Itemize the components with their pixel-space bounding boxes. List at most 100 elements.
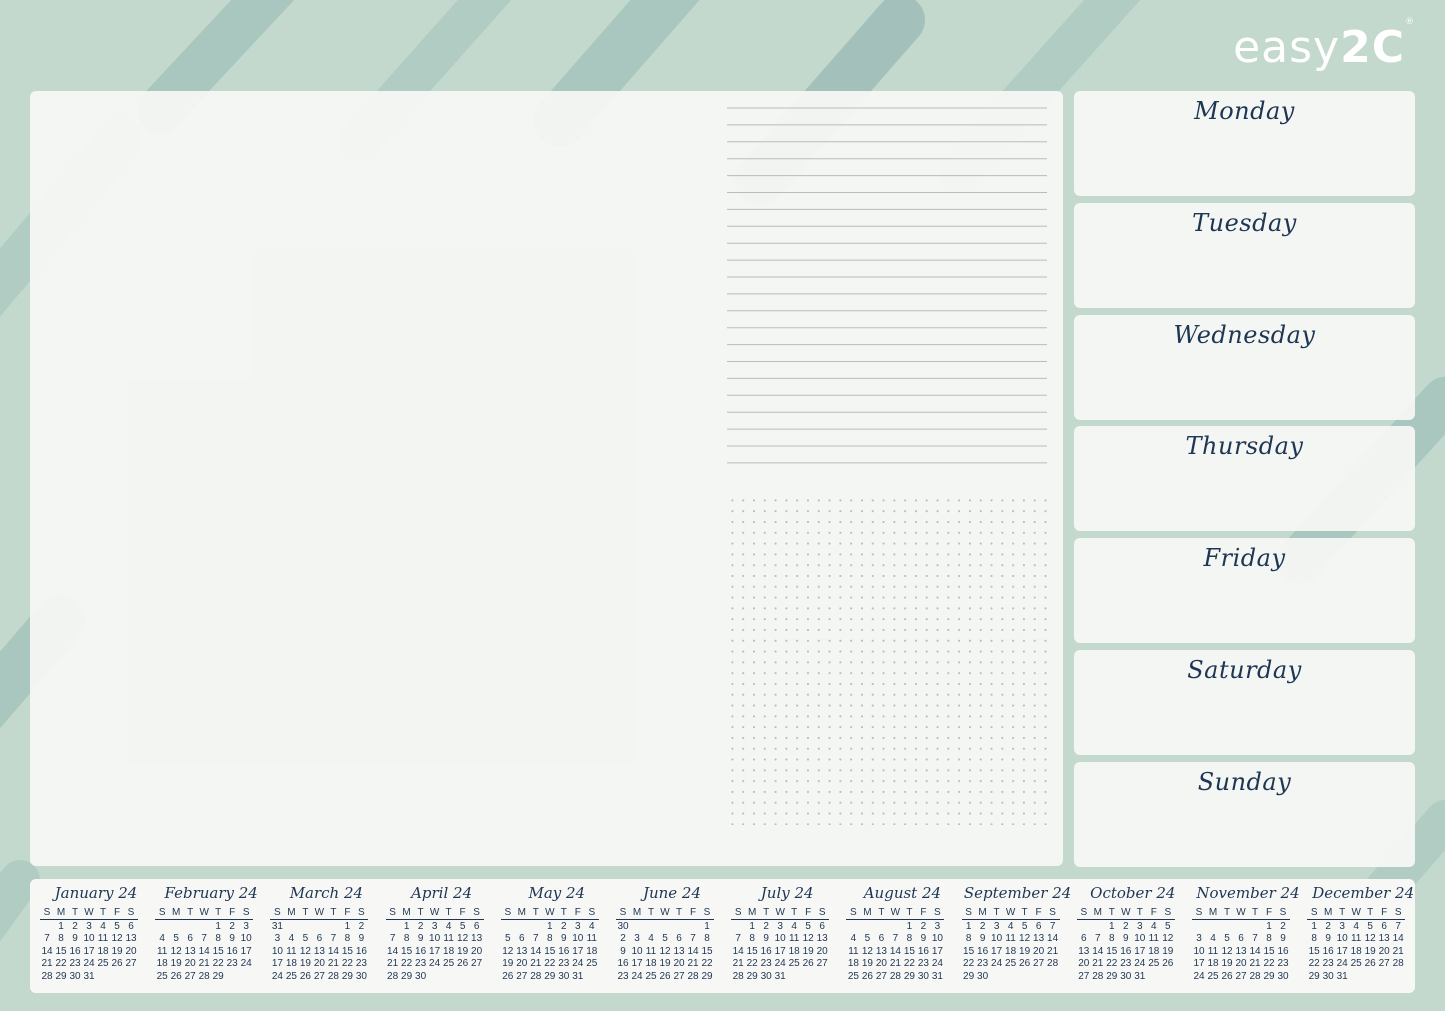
date-cell: 31 (1134, 970, 1146, 982)
month-calendar: August 24 S M T W T F S 1 2 3 4 5 6 7 8 9 10 11 12 13 14 15 16 1… (846, 883, 958, 984)
date-cell: 10 (631, 945, 643, 957)
date-cell (815, 971, 829, 984)
date-cell: 9 (72, 933, 78, 945)
date-cell: 5 (1367, 920, 1373, 932)
date-cell: 20 (471, 945, 483, 957)
date-cell: 6 (473, 920, 480, 932)
date-cell: 23 (1322, 958, 1334, 970)
date-cell (428, 971, 442, 984)
date-cell: 5 (173, 933, 179, 945)
date-cell: 29 (963, 970, 975, 982)
month-grid: S M T W T F S 1 2 3 4 5 6 7 8 9 10 11 12 13 14 15 16 17 18 19 20 21… (731, 907, 843, 984)
date-cell: 9 (920, 933, 927, 945)
date-cell: 30 (69, 970, 81, 982)
date-cell: 3 (274, 933, 281, 945)
date-cell: 14 (41, 945, 53, 957)
date-cell: 18 (586, 945, 598, 957)
date-cell (169, 921, 183, 934)
weekday-header: W (427, 907, 442, 920)
date-cell: 15 (401, 945, 413, 957)
date-cell: 30 (1120, 970, 1132, 982)
date-cell: 2 (229, 920, 235, 932)
date-cell: 19 (1364, 945, 1376, 957)
date-cell: 31 (931, 970, 943, 982)
weekday-header: M (514, 907, 529, 920)
date-cell: 6 (128, 920, 134, 932)
date-cell: 24 (1134, 958, 1146, 970)
date-cell: 15 (1308, 945, 1320, 957)
month-grid: S M T W T F S 1 2 3 4 5 6 7 8 9 10 11 12 13 14 15 16 17 18 19 20 21… (40, 907, 152, 984)
date-cell: 27 (184, 970, 196, 982)
date-cell: 26 (170, 970, 182, 982)
date-cell: 13 (516, 945, 528, 957)
date-cell: 15 (903, 945, 915, 957)
date-cell (326, 921, 340, 934)
date-cell: 11 (1207, 945, 1219, 957)
date-cell: 11 (97, 933, 109, 945)
date-cell: 22 (746, 958, 758, 970)
weekday-header: T (441, 907, 456, 920)
weekday-header: S (1192, 907, 1206, 920)
date-cell: 15 (1263, 945, 1275, 957)
date-cell (197, 921, 211, 934)
date-cell: 11 (1350, 933, 1362, 945)
weekday-header: M (630, 907, 644, 920)
date-cell: 12 (1221, 945, 1233, 957)
month-grid: S M T W T F S 30 1 2 3 4 5 6 7 8 9 10 11 12 13 14 15 16 17 18 19 20… (616, 907, 728, 984)
date-cell: 1 (403, 920, 410, 932)
month-calendar: October 24 S M T W T F S 1 2 3 4 5 6 7 8 9 10 11 12 13 14 15 16… (1076, 883, 1189, 984)
date-cell: 10 (271, 945, 283, 957)
date-cell (801, 971, 815, 984)
date-cell: 3 (1137, 920, 1143, 932)
month-calendar: May 24 S M T W T F S 1 2 3 4 5 6 7 8 9 10 11 12 13 14 15 16 17 18… (500, 883, 613, 984)
date-cell: 23 (558, 958, 570, 970)
date-cell (686, 921, 700, 934)
date-cell: 15 (212, 945, 224, 957)
day-label: Tuesday (1192, 208, 1297, 237)
date-cell: 28 (198, 970, 210, 982)
date-cell: 14 (387, 945, 399, 957)
date-cell: 5 (864, 933, 871, 945)
weekday-header: T (1248, 907, 1262, 920)
date-cell: 5 (302, 933, 309, 945)
date-cell: 22 (1308, 958, 1320, 970)
date-cell: 21 (198, 958, 210, 970)
date-cell: 4 (1151, 920, 1157, 932)
month-calendar: June 24 S M T W T F S 30 1 2 3 4 5 6 7 8 9 10 11 12 13 14 15 16 1… (616, 883, 728, 984)
date-cell: 11 (286, 945, 297, 957)
weekday-header: S (961, 907, 976, 920)
date-cell: 20 (1078, 958, 1090, 970)
date-cell: 13 (1378, 933, 1390, 945)
date-cell (183, 921, 197, 934)
date-cell (1077, 921, 1091, 934)
date-cell: 26 (1221, 970, 1233, 982)
date-cell: 24 (572, 958, 584, 970)
date-cell: 17 (774, 945, 786, 957)
date-cell: 16 (69, 945, 81, 957)
date-cell: 21 (732, 958, 744, 970)
date-cell: 26 (457, 958, 469, 970)
date-cell: 17 (1134, 945, 1146, 957)
date-cell: 19 (457, 945, 469, 957)
month-calendar: July 24 S M T W T F S 1 2 3 4 5 6 7 8 9 10 11 12 13 14 15 16 17 1… (731, 883, 843, 984)
date-cell: 2 (920, 920, 927, 932)
date-cell: 13 (184, 945, 196, 957)
date-cell: 16 (1322, 945, 1334, 957)
date-cell (787, 971, 801, 984)
date-cell: 24 (83, 958, 95, 970)
weekday-header: T (96, 907, 110, 920)
date-cell: 7 (735, 933, 741, 945)
date-cell (1018, 971, 1032, 984)
date-cell: 23 (1277, 958, 1289, 970)
date-cell: 16 (617, 958, 629, 970)
date-cell: 19 (861, 958, 873, 970)
date-cell (96, 971, 110, 984)
date-cell: 5 (505, 933, 511, 945)
month-calendar: April 24 S M T W T F S 1 2 3 4 5 6 7 8 9 10 11 12 13 14 15 16 17… (385, 883, 498, 984)
date-cell: 28 (327, 970, 339, 982)
date-cell: 6 (1238, 933, 1244, 945)
date-cell: 8 (1109, 933, 1115, 945)
weekday-header: S (500, 907, 515, 920)
month-name: September 24 (963, 884, 1072, 902)
weekday-header: S (815, 907, 830, 920)
